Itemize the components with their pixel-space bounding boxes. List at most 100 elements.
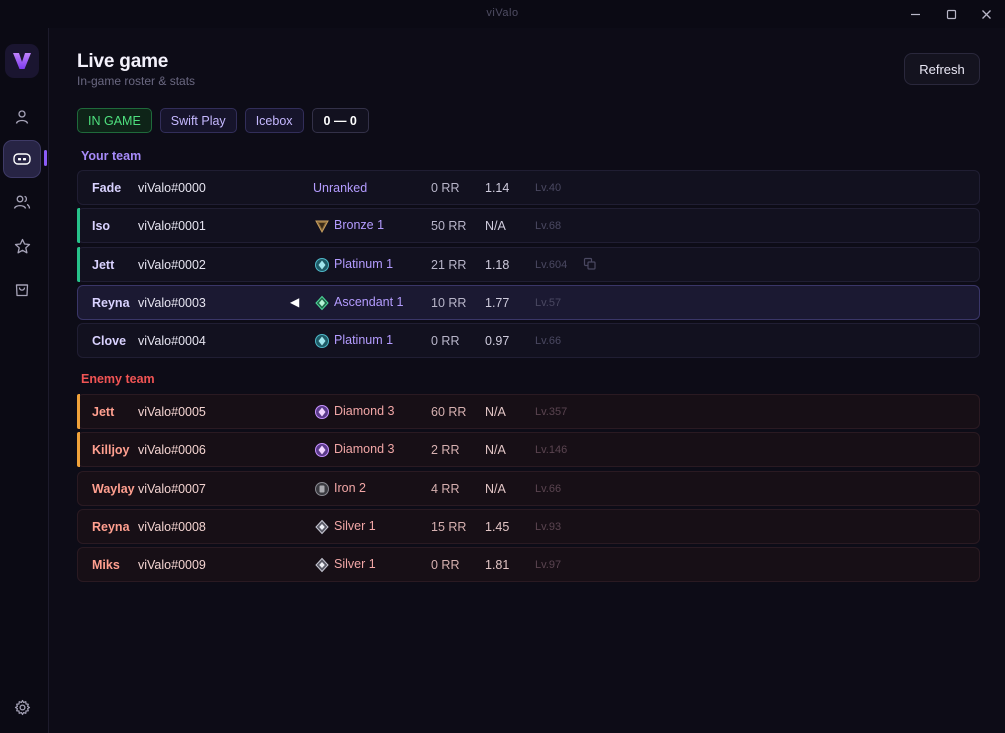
rank-rating: 10 RR bbox=[431, 295, 467, 310]
player-name[interactable]: viValo#0009 bbox=[138, 558, 206, 572]
window-title: viValo bbox=[486, 7, 519, 19]
player-row[interactable]: Jett viValo#0002 Platinum 1 21 RR 1.18 Lv.604 bbox=[77, 246, 980, 282]
rank-rating: 0 RR bbox=[431, 181, 460, 195]
rank-label: Diamond 3 bbox=[334, 404, 395, 418]
player-row[interactable]: Iso viValo#0001 Bronze 1 50 RR N/A Lv.68 bbox=[77, 208, 980, 244]
player-name[interactable]: viValo#0005 bbox=[138, 405, 206, 419]
rank-label: Platinum 1 bbox=[334, 256, 394, 271]
agent-name: Clove bbox=[92, 334, 127, 349]
rank-platinum-icon bbox=[314, 257, 330, 273]
kd-ratio: 1.81 bbox=[485, 558, 510, 573]
player-name[interactable]: viValo#0002 bbox=[138, 258, 206, 272]
your-team-label: Your team bbox=[81, 149, 142, 163]
party-indicator bbox=[77, 208, 80, 244]
kd-ratio: 1.77 bbox=[485, 295, 510, 310]
rank-label: Platinum 1 bbox=[334, 333, 394, 348]
star-icon bbox=[14, 238, 30, 253]
map-badge: Icebox bbox=[244, 108, 304, 133]
minimize-icon[interactable] bbox=[904, 4, 926, 24]
rank-iron-icon bbox=[314, 481, 330, 497]
rank-rating: 0 RR bbox=[431, 558, 460, 573]
nav-settings[interactable] bbox=[3, 688, 41, 726]
account-level: Lv.97 bbox=[535, 559, 562, 572]
game-mode-badge: Swift Play bbox=[159, 108, 237, 133]
player-row[interactable]: Waylay viValo#0007 Iron 2 4 RR N/A Lv.66 bbox=[77, 470, 980, 506]
rank-label: Silver 1 bbox=[334, 518, 376, 533]
player-row[interactable]: Reyna viValo#0008 Silver 1 15 RR 1.45 Lv.93 bbox=[77, 508, 980, 544]
close-icon[interactable] bbox=[975, 4, 997, 24]
player-name[interactable]: viValo#0008 bbox=[138, 520, 206, 534]
kd-ratio: N/A bbox=[485, 405, 506, 419]
rank-label: Iron 2 bbox=[334, 480, 366, 495]
main-content: Live game In-game roster & stats Refresh… bbox=[49, 28, 1005, 733]
match-info-chips: IN GAME Swift Play Icebox 0 — 0 bbox=[77, 108, 369, 133]
maximize-icon[interactable] bbox=[940, 4, 962, 24]
enemy-team-label: Enemy team bbox=[81, 372, 155, 386]
player-name[interactable]: viValo#0001 bbox=[138, 219, 206, 233]
logo-v-icon bbox=[13, 53, 31, 69]
page-title: Live game bbox=[77, 51, 169, 72]
account-level: Lv.68 bbox=[535, 220, 562, 233]
party-indicator bbox=[77, 394, 80, 429]
agent-name: Reyna bbox=[92, 295, 130, 310]
player-name[interactable]: viValo#0007 bbox=[138, 482, 206, 496]
agent-name: Iso bbox=[92, 219, 111, 234]
rank-rating: 60 RR bbox=[431, 405, 467, 419]
refresh-button[interactable]: Refresh bbox=[904, 53, 980, 85]
agent-name: Waylay bbox=[92, 481, 135, 496]
rank-rating: 4 RR bbox=[431, 481, 460, 496]
rank-rating: 15 RR bbox=[431, 519, 467, 534]
agent-name: Jett bbox=[92, 405, 115, 419]
rank-rating: 2 RR bbox=[431, 443, 460, 458]
rank-silver-icon bbox=[314, 519, 330, 535]
bag-icon bbox=[15, 284, 29, 297]
nav-live-game[interactable] bbox=[3, 140, 41, 178]
nav-friends[interactable] bbox=[3, 183, 41, 221]
player-row[interactable]: Reyna viValo#0003 ◀ Ascendant 1 10 RR 1.77 Lv.… bbox=[77, 284, 980, 320]
self-marker-icon: ◀ bbox=[290, 294, 300, 309]
app-logo[interactable] bbox=[5, 44, 39, 78]
player-row[interactable]: Miks viValo#0009 Silver 1 0 RR 1.81 Lv.97 bbox=[77, 547, 980, 583]
agent-name: Jett bbox=[92, 257, 115, 272]
account-level: Lv.357 bbox=[535, 406, 568, 418]
rank-rating: 0 RR bbox=[431, 334, 460, 349]
account-level: Lv.604 bbox=[535, 258, 568, 271]
player-name[interactable]: viValo#0006 bbox=[138, 443, 206, 457]
users-icon bbox=[13, 195, 31, 209]
rank-label: Unranked bbox=[313, 181, 368, 195]
player-name[interactable]: viValo#0004 bbox=[138, 334, 206, 348]
player-row[interactable]: Killjoy viValo#0006 Diamond 3 2 RR N/A Lv.146 bbox=[77, 432, 980, 468]
agent-name: Reyna bbox=[92, 519, 130, 534]
player-row[interactable]: Jett viValo#0005 Diamond 3 60 RR N/A Lv.357 bbox=[77, 394, 980, 429]
player-row[interactable]: Clove viValo#0004 Platinum 1 0 RR 0.97 Lv.66 bbox=[77, 323, 980, 359]
account-level: Lv.66 bbox=[535, 335, 562, 348]
kd-ratio: N/A bbox=[485, 481, 506, 496]
rank-diamond-icon bbox=[314, 442, 330, 458]
nav-favorites[interactable] bbox=[3, 227, 41, 265]
player-name[interactable]: viValo#0003 bbox=[138, 296, 206, 310]
nav-store[interactable] bbox=[3, 270, 41, 308]
account-level: Lv.40 bbox=[535, 182, 562, 194]
user-icon bbox=[15, 110, 29, 124]
account-level: Lv.66 bbox=[535, 482, 562, 495]
active-nav-indicator bbox=[44, 150, 47, 166]
rank-label: Silver 1 bbox=[334, 557, 376, 572]
player-name[interactable]: viValo#0000 bbox=[138, 181, 206, 195]
rank-diamond-icon bbox=[314, 404, 330, 420]
rank-rating: 21 RR bbox=[431, 257, 467, 272]
account-level: Lv.57 bbox=[535, 296, 562, 309]
nav-profile[interactable] bbox=[3, 98, 41, 136]
copy-icon[interactable] bbox=[583, 257, 597, 271]
rank-ascendant-icon bbox=[314, 295, 330, 311]
kd-ratio: N/A bbox=[485, 443, 506, 458]
agent-name: Miks bbox=[92, 558, 120, 573]
kd-ratio: N/A bbox=[485, 219, 506, 234]
player-row[interactable]: Fade viValo#0000 Unranked 0 RR 1.14 Lv.40 bbox=[77, 170, 980, 205]
page-subtitle: In-game roster & stats bbox=[77, 74, 196, 88]
rank-bronze-icon bbox=[314, 218, 330, 234]
party-indicator bbox=[77, 246, 80, 282]
account-level: Lv.93 bbox=[535, 520, 562, 533]
rank-platinum-icon bbox=[314, 333, 330, 349]
game-status-badge: IN GAME bbox=[77, 108, 152, 133]
rank-silver-icon bbox=[314, 557, 330, 573]
